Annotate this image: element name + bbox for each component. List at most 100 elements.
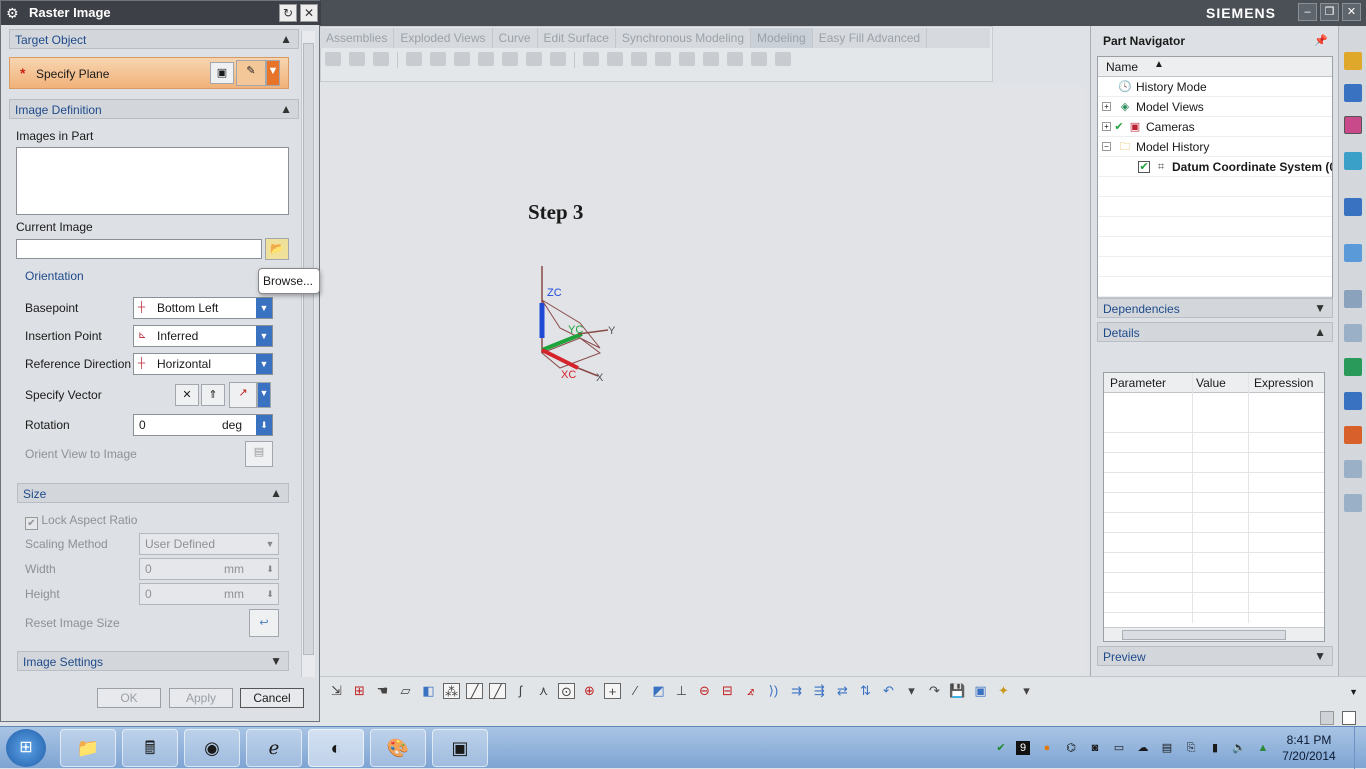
ribbon-tool-icon[interactable] [502, 52, 518, 66]
cancel-button[interactable]: Cancel [240, 688, 304, 708]
dialog-scrollbar[interactable] [301, 31, 315, 677]
file-explorer-icon[interactable]: 📁 [60, 729, 116, 767]
start-button[interactable]: ⊞ [6, 729, 46, 767]
name-column-header[interactable]: Name [1106, 60, 1138, 74]
expression-column-header[interactable]: Expression [1254, 376, 1313, 390]
ribbon-tool-icon[interactable] [526, 52, 542, 66]
existing-point-icon[interactable]: + [604, 683, 621, 699]
collapse-icon[interactable]: ▲ [270, 486, 282, 500]
graphics-window[interactable] [320, 84, 1086, 674]
width-input[interactable]: 0 mm ⬇ [139, 558, 279, 580]
reuse-library-icon[interactable] [1344, 152, 1362, 170]
tab-assemblies[interactable]: Assemblies [320, 28, 395, 48]
checkbox-icon[interactable]: ✔ [25, 517, 38, 530]
plane-dialog-icon[interactable]: ▣ [210, 62, 234, 84]
ribbon-tool-icon[interactable] [751, 52, 767, 66]
details-header[interactable]: Details ▲ [1097, 322, 1333, 342]
ok-button[interactable]: OK [97, 688, 161, 708]
datum-coordinate-triad[interactable]: ZC YC Y XC X [520, 258, 630, 388]
redo-icon[interactable]: ↷ [926, 683, 943, 699]
tray-wireless-icon[interactable]: ⌬ [1064, 741, 1078, 755]
selection-filter-icon[interactable]: ⊞ [351, 683, 368, 699]
close-app-button[interactable]: ✕ [1342, 3, 1361, 21]
intersection-icon[interactable]: ⋏ [535, 683, 552, 699]
collapse-icon[interactable]: − [1102, 142, 1111, 151]
solid-icon[interactable]: ◧ [420, 683, 437, 699]
manufacturing-wizards-icon[interactable] [1344, 358, 1362, 376]
image-settings-header[interactable]: Image Settings ▼ [17, 651, 289, 671]
web-browser-icon[interactable] [1344, 244, 1362, 262]
library-icon[interactable] [1344, 494, 1362, 512]
tab-curve[interactable]: Curve [493, 28, 538, 48]
reverse-direction-icon[interactable]: ✕ [175, 384, 199, 406]
reset-icon[interactable]: ↻ [279, 4, 297, 22]
gear-icon[interactable]: ⚙ [6, 5, 19, 22]
vector-dropdown-arrow-icon[interactable]: ▼ [257, 382, 271, 408]
chevron-down-icon[interactable]: ▾ [903, 683, 920, 699]
expand-icon[interactable]: ▼ [1314, 649, 1326, 663]
tray-cloud-icon[interactable]: ☁ [1136, 741, 1150, 755]
chevron-down-icon[interactable]: ▾ [1018, 683, 1035, 699]
process-studio-icon[interactable] [1344, 324, 1362, 342]
roles-icon[interactable] [1344, 392, 1362, 410]
snap-icon[interactable]: ⇲ [328, 683, 345, 699]
picture-viewer-icon[interactable]: ▣ [432, 729, 488, 767]
vector-dialog-icon[interactable]: ⇑ [201, 384, 225, 406]
collapse-icon[interactable]: ▲ [280, 32, 292, 46]
orient-view-icon[interactable]: ▤ [245, 441, 273, 467]
dependencies-header[interactable]: Dependencies ▼ [1097, 298, 1333, 318]
point-on-curve-icon[interactable]: ∕ [627, 683, 644, 699]
tree-row-model-views[interactable]: + ◈ Model Views [1098, 97, 1332, 117]
ribbon-tool-icon[interactable] [775, 52, 791, 66]
ribbon-tool-icon[interactable] [631, 52, 647, 66]
tree-row-cameras[interactable]: + ✔ ▣ Cameras [1098, 117, 1332, 137]
minimize-button[interactable]: – [1298, 3, 1317, 21]
chevron-down-icon[interactable]: ▼ [256, 354, 272, 374]
end-point-icon[interactable]: ╱ [466, 683, 483, 699]
collapse-icon[interactable]: ▲ [280, 102, 292, 116]
spinner-icon[interactable]: ⬇ [256, 415, 272, 435]
expand-icon[interactable]: ▼ [1314, 301, 1326, 315]
scrollbar-thumb[interactable] [1122, 630, 1286, 640]
nx-app-icon[interactable]: ◐ [308, 729, 364, 767]
tray-signal-icon[interactable]: ▮ [1208, 741, 1222, 755]
taskbar-clock[interactable]: 8:41 PM 7/20/2014 [1274, 732, 1344, 764]
chevron-down-icon[interactable]: ▼ [256, 298, 272, 318]
arc-center-icon[interactable]: ⊙ [558, 683, 575, 699]
tray-volume-icon[interactable]: 🔈 [1232, 741, 1246, 755]
tray-webcam-icon[interactable]: ◙ [1088, 741, 1102, 755]
tab-modeling[interactable]: Modeling [751, 28, 813, 48]
chrome-icon[interactable]: ◉ [184, 729, 240, 767]
pin-icon[interactable]: 📌 [1314, 34, 1328, 47]
tree-header[interactable]: Name ▲ [1098, 57, 1332, 77]
angle-icon[interactable]: ⦨ [742, 683, 759, 699]
scrollbar-thumb[interactable] [303, 43, 314, 655]
palette-icon[interactable] [1344, 460, 1362, 478]
lock-aspect-checkbox[interactable]: ✔ Lock Aspect Ratio [25, 513, 137, 530]
expand-toolbar-icon[interactable]: ▼ [1349, 687, 1358, 697]
reference-direction-dropdown[interactable]: ┼ Horizontal ▼ [133, 353, 273, 375]
ribbon-tool-icon[interactable] [607, 52, 623, 66]
plane-type-icon[interactable]: ✎ [236, 60, 266, 86]
fullscreen-icon[interactable] [1342, 711, 1356, 725]
reset-icon[interactable]: ⊖ [696, 683, 713, 699]
tab-exploded-views[interactable]: Exploded Views [394, 28, 493, 48]
tab-easy-fill-advanced[interactable]: Easy Fill Advanced [813, 28, 928, 48]
current-image-field[interactable] [16, 239, 262, 259]
orientation-header[interactable]: Orientation [25, 269, 84, 283]
chevron-down-icon[interactable]: ▼ [256, 326, 272, 346]
basepoint-dropdown[interactable]: ┼ Bottom Left ▼ [133, 297, 273, 319]
spinner-icon[interactable]: ⬇ [262, 584, 278, 604]
move-icon[interactable]: ⇉ [788, 683, 805, 699]
paint-icon[interactable]: 🎨 [370, 729, 426, 767]
mid-point-icon[interactable]: ╱ [489, 683, 506, 699]
history-icon[interactable] [1344, 290, 1362, 308]
target-object-header[interactable]: Target Object ▲ [9, 29, 299, 49]
tray-device-icon[interactable]: ▤ [1160, 741, 1174, 755]
system-scenes-icon[interactable] [1344, 426, 1362, 444]
ribbon-tool-icon[interactable] [550, 52, 566, 66]
bounded-grid-icon[interactable]: ⊥ [673, 683, 690, 699]
close-icon[interactable]: ✕ [300, 4, 318, 22]
ribbon-tool-icon[interactable] [373, 52, 389, 66]
hand-icon[interactable]: ☚ [374, 683, 391, 699]
